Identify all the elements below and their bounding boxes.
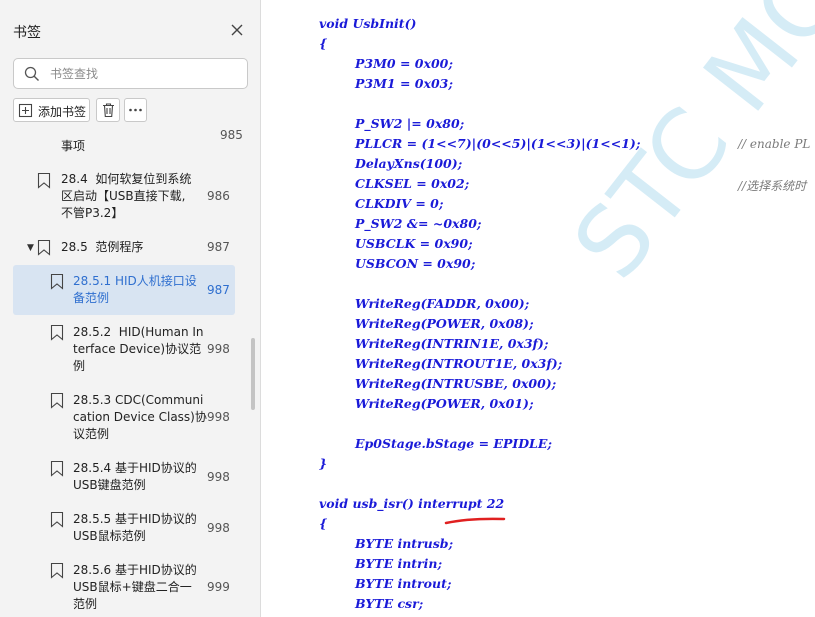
bookmark-page: 998 [207, 470, 230, 484]
bookmark-item[interactable]: 28.5.4 基于HID协议的 USB键盘范例 998 [13, 456, 235, 498]
code-line: { [319, 36, 328, 51]
code-line: void usb_isr() interrupt 22 [319, 496, 505, 511]
code-line: PLLCR = (1<<7)|(0<<5)|(1<<3)|(1<<1); [355, 136, 641, 151]
add-bookmark-label: 添加书签 [38, 105, 87, 119]
bookmark-page: 986 [207, 189, 230, 203]
trash-icon [103, 103, 114, 118]
bookmark-icon [37, 172, 51, 189]
bookmark-title: 28.5.5 基于HID协议的 USB鼠标范例 [73, 512, 197, 543]
bookmark-item[interactable]: 28.5.2 HID(Human In terface Device)协议范 例… [13, 320, 235, 380]
code-line: CLKDIV = 0; [355, 196, 444, 211]
bookmark-item[interactable]: 事项 985 [13, 128, 243, 156]
code-comment: // enable PL [738, 137, 811, 151]
code-line: BYTE introut; [355, 576, 452, 591]
add-bookmark-icon [18, 103, 33, 118]
bookmark-list: 事项 985 28.4 如何软复位到系统 区启动【USB直接下载, 不管P3.2… [0, 128, 261, 617]
bookmark-item[interactable]: 28.5 范例程序 987 [13, 234, 235, 260]
bookmark-search-input[interactable] [50, 63, 240, 84]
bookmark-page: 999 [207, 580, 230, 594]
bookmark-title: 28.4 如何软复位到系统 区启动【USB直接下载, 不管P3.2】 [61, 172, 192, 220]
code-line: WriteReg(POWER, 0x01); [355, 396, 534, 411]
bookmark-item[interactable]: 28.5.5 基于HID协议的 USB鼠标范例 998 [13, 507, 235, 549]
bookmark-item[interactable]: 28.5.3 CDC(Communi cation Device Class)协… [13, 388, 235, 448]
code-line: } [319, 456, 328, 471]
bookmark-page: 998 [207, 521, 230, 535]
more-options-button[interactable] [124, 98, 147, 122]
code-line: P3M0 = 0x00; [355, 56, 453, 71]
bookmark-page: 985 [220, 130, 243, 139]
bookmark-page: 998 [207, 410, 230, 424]
code-line: WriteReg(POWER, 0x08); [355, 316, 534, 331]
code-line: P_SW2 &= ~0x80; [355, 216, 482, 231]
bookmark-item-selected[interactable]: 28.5.1 HID人机接口设 备范例 987 [13, 265, 235, 315]
bookmark-item[interactable]: 28.5.6 基于HID协议的 USB鼠标+键盘二合一 范例 999 [13, 558, 235, 616]
code-line: USBCLK = 0x90; [355, 236, 473, 251]
more-icon [129, 108, 142, 112]
bookmark-title: 28.5 范例程序 [61, 240, 144, 254]
bookmark-icon [50, 511, 64, 528]
code-line: USBCON = 0x90; [355, 256, 476, 271]
code-line: P3M1 = 0x03; [355, 76, 453, 91]
bookmark-page: 998 [207, 342, 230, 356]
bookmark-icon [50, 460, 64, 477]
search-icon [24, 66, 39, 81]
code-line: WriteReg(INTRIN1E, 0x3f); [355, 336, 549, 351]
bookmark-panel: 书签 添加书签 事项 985 28.4 如何软复位到系统 区启动【USB直接下载… [0, 0, 261, 617]
code-line: BYTE csr; [355, 596, 424, 611]
close-icon[interactable] [229, 22, 245, 38]
code-line: { [319, 516, 328, 531]
code-line: P_SW2 |= 0x80; [355, 116, 465, 131]
scrollbar-thumb[interactable] [251, 338, 255, 410]
bookmark-icon [50, 273, 64, 290]
bookmark-title: 28.5.1 HID人机接口设 备范例 [73, 274, 197, 305]
code-line: BYTE intrusb; [355, 536, 454, 551]
code-line: WriteReg(INTRUSBE, 0x00); [355, 376, 557, 391]
document-view[interactable]: STC MCU void UsbInit() { P3M0 = 0x00; P3… [262, 0, 815, 617]
code-line: WriteReg(FADDR, 0x00); [355, 296, 530, 311]
code-line: CLKSEL = 0x02; [355, 176, 470, 191]
bookmark-title: 28.5.2 HID(Human In terface Device)协议范 例 [73, 325, 204, 373]
bookmark-title: 28.5.6 基于HID协议的 USB鼠标+键盘二合一 范例 [73, 563, 197, 611]
bookmark-page: 987 [207, 283, 230, 297]
bookmark-page: 987 [207, 240, 230, 254]
bookmark-title: 事项 [61, 139, 86, 153]
code-line: BYTE intrin; [355, 556, 443, 571]
bookmark-title: 28.5.4 基于HID协议的 USB键盘范例 [73, 461, 197, 492]
code-line: void UsbInit() [319, 16, 417, 31]
bookmark-icon [50, 392, 64, 409]
bookmark-title: 28.5.3 CDC(Communi cation Device Class)协… [73, 393, 207, 441]
add-bookmark-button[interactable]: 添加书签 [13, 98, 90, 122]
bookmark-search-box[interactable] [13, 58, 248, 89]
panel-title: 书签 [13, 25, 41, 41]
code-line: WriteReg(INTROUT1E, 0x3f); [355, 356, 563, 371]
bookmark-icon [50, 324, 64, 341]
code-line: Ep0Stage.bStage = EPIDLE; [355, 436, 552, 451]
code-line: DelayXns(100); [355, 156, 463, 171]
bookmark-icon [37, 239, 51, 256]
code-comment: //选择系统时 [738, 179, 807, 193]
bookmark-icon [50, 562, 64, 579]
bookmark-item[interactable]: 28.4 如何软复位到系统 区启动【USB直接下载, 不管P3.2】 986 [13, 164, 235, 226]
red-underline-annotation [444, 517, 506, 525]
delete-bookmark-button[interactable] [96, 98, 120, 122]
